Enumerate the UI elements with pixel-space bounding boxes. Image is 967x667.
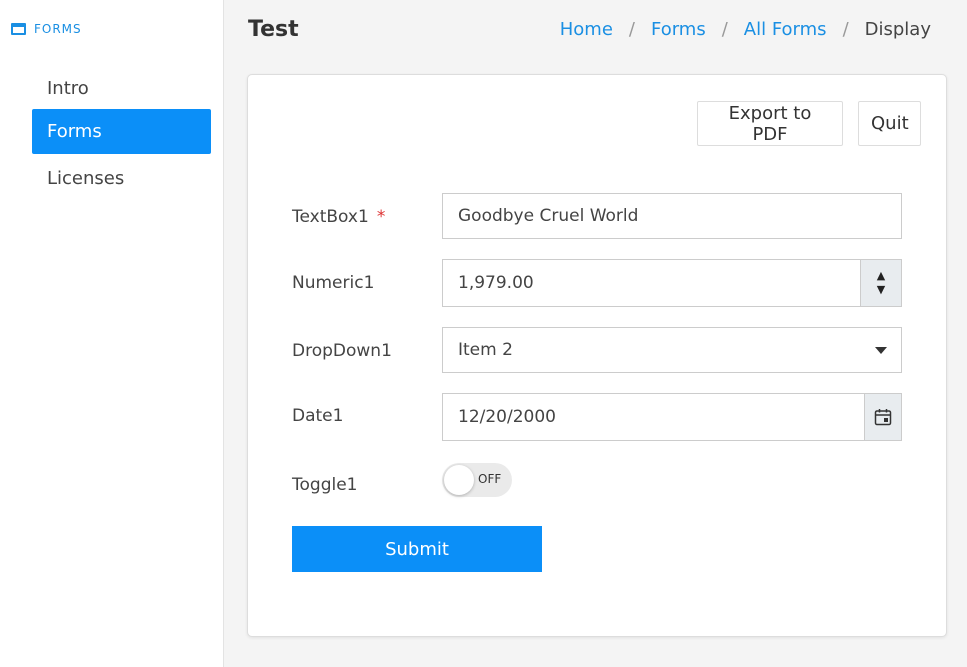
date1-label: Date1: [292, 406, 344, 426]
dropdown1-value[interactable]: Item 2: [443, 340, 875, 360]
breadcrumb-home[interactable]: Home: [560, 19, 613, 40]
numeric1-spinner: ▲ ▼: [860, 260, 901, 306]
numeric1-value[interactable]: 1,979.00: [443, 273, 860, 293]
sidebar-item-licenses[interactable]: Licenses: [32, 156, 211, 201]
breadcrumb-current: Display: [864, 19, 931, 40]
submit-button[interactable]: Submit: [292, 526, 542, 572]
breadcrumb-separator: /: [842, 19, 849, 40]
breadcrumb-separator: /: [628, 19, 635, 40]
dropdown1-label: DropDown1: [292, 341, 392, 361]
breadcrumb-forms[interactable]: Forms: [651, 19, 706, 40]
toggle-state-label: OFF: [478, 472, 502, 486]
export-pdf-button[interactable]: Export to PDF: [697, 101, 843, 146]
spin-down-icon[interactable]: ▼: [877, 283, 885, 297]
sidebar: FORMS Intro Forms Licenses: [0, 0, 224, 667]
chevron-down-icon[interactable]: [875, 346, 887, 354]
textbox1-value[interactable]: Goodbye Cruel World: [443, 206, 901, 226]
numeric1-label: Numeric1: [292, 273, 375, 293]
sidebar-header: FORMS: [11, 22, 82, 36]
form-card: Export to PDF Quit TextBox1 * Goodbye Cru…: [247, 74, 947, 637]
page-title: Test: [248, 17, 299, 42]
numeric1-input[interactable]: 1,979.00 ▲ ▼: [442, 259, 902, 307]
toggle1-switch[interactable]: OFF: [442, 463, 512, 497]
breadcrumb-separator: /: [721, 19, 728, 40]
quit-button[interactable]: Quit: [858, 101, 921, 146]
toggle-knob[interactable]: [444, 465, 474, 495]
breadcrumb: Home / Forms / All Forms / Display: [560, 19, 931, 40]
spin-up-icon[interactable]: ▲: [877, 269, 885, 283]
textbox1-label: TextBox1 *: [292, 207, 385, 227]
sidebar-item-intro[interactable]: Intro: [32, 66, 211, 111]
toggle1-label: Toggle1: [292, 475, 358, 495]
date1-value[interactable]: 12/20/2000: [443, 407, 864, 427]
date1-input[interactable]: 12/20/2000: [442, 393, 902, 441]
sidebar-item-forms[interactable]: Forms: [32, 109, 211, 154]
dropdown1-select[interactable]: Item 2: [442, 327, 902, 373]
window-icon: [11, 23, 26, 35]
textbox1-input[interactable]: Goodbye Cruel World: [442, 193, 902, 239]
textbox1-label-text: TextBox1: [292, 207, 369, 227]
sidebar-header-label: FORMS: [34, 22, 82, 36]
calendar-icon[interactable]: [864, 394, 901, 440]
breadcrumb-all-forms[interactable]: All Forms: [744, 19, 827, 40]
required-marker: *: [376, 207, 386, 227]
